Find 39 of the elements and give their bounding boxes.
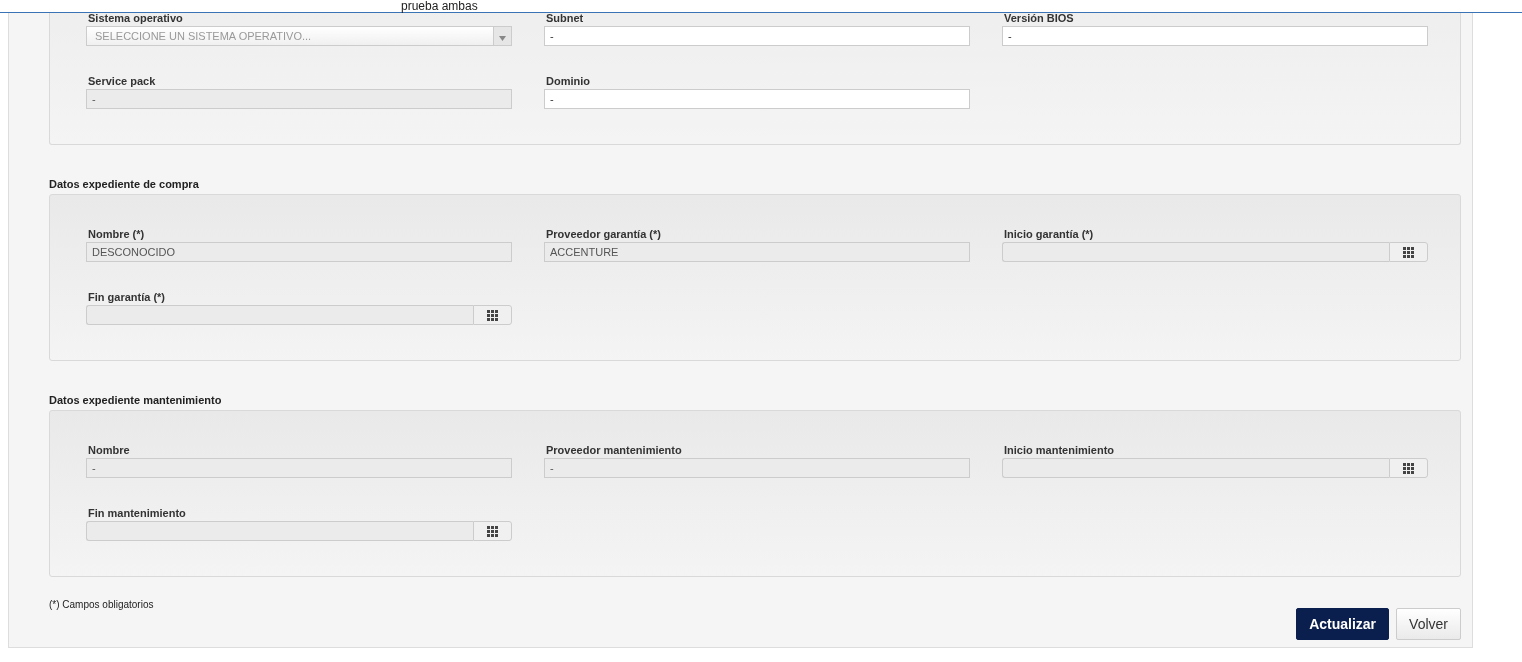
field-label: Fin garantía (*) <box>88 290 166 304</box>
field-label: Inicio mantenimiento <box>1004 443 1115 457</box>
page-title: prueba ambas <box>401 0 478 12</box>
input-field[interactable]: - <box>1002 26 1428 46</box>
field-label: Nombre <box>88 443 131 457</box>
calendar-button[interactable] <box>473 305 512 325</box>
input-field[interactable]: - <box>544 89 970 109</box>
field-label: Dominio <box>546 74 591 88</box>
input-field[interactable]: - <box>86 89 512 109</box>
calendar-grid-icon <box>1403 246 1414 258</box>
update-button[interactable]: Actualizar <box>1296 608 1390 640</box>
date-field[interactable] <box>86 521 473 541</box>
calendar-grid-icon <box>487 525 498 537</box>
calendar-button[interactable] <box>1389 242 1428 262</box>
calendar-button[interactable] <box>1389 458 1428 478</box>
calendar-button[interactable] <box>473 521 512 541</box>
required-fields-note: (*) Campos obligatorios <box>49 598 155 612</box>
calendar-grid-icon <box>487 309 498 321</box>
field-label: Versión BIOS <box>1004 11 1075 25</box>
date-field[interactable] <box>86 305 473 325</box>
field-label: Sistema operativo <box>88 11 184 25</box>
field-label: Fin mantenimiento <box>88 506 187 520</box>
input-field[interactable]: - <box>544 458 970 478</box>
field-label: Subnet <box>546 11 585 25</box>
section-heading: Datos expediente de compra <box>49 177 200 191</box>
input-field[interactable]: DESCONOCIDO <box>86 242 512 262</box>
section-heading: Datos expediente mantenimiento <box>49 393 223 407</box>
field-label: Nombre (*) <box>88 227 146 241</box>
calendar-grid-icon <box>1403 462 1414 474</box>
date-field[interactable] <box>1002 242 1389 262</box>
input-field[interactable]: - <box>86 458 512 478</box>
field-label: Inicio garantía (*) <box>1004 227 1095 241</box>
field-label: Service pack <box>88 74 157 88</box>
input-field[interactable]: ACCENTURE <box>544 242 970 262</box>
back-button[interactable]: Volver <box>1396 608 1461 640</box>
field-label: Proveedor garantía (*) <box>546 227 662 241</box>
input-field[interactable]: - <box>544 26 970 46</box>
field-label: Proveedor mantenimiento <box>546 443 683 457</box>
date-field[interactable] <box>1002 458 1389 478</box>
